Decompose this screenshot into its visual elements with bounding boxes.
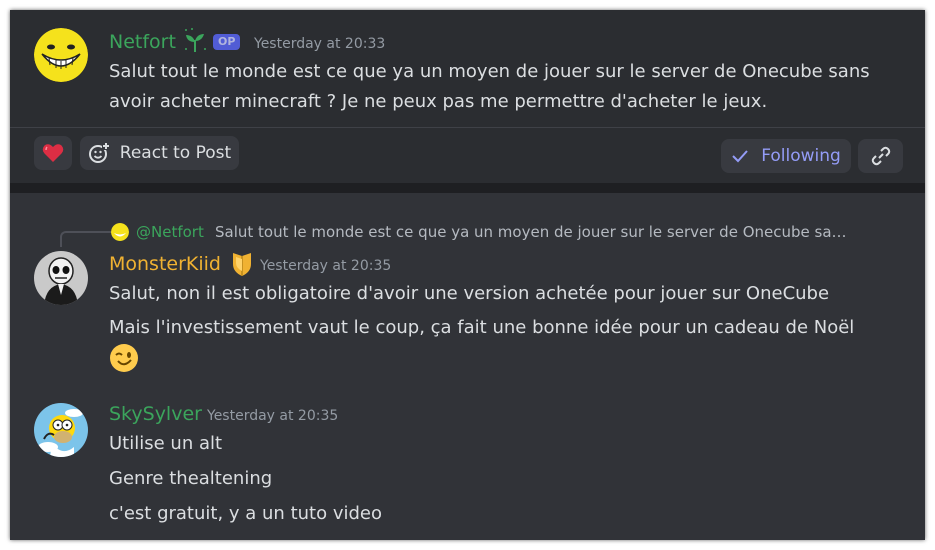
reply-mini-avatar (111, 223, 129, 241)
post-author-name[interactable]: Netfort (109, 31, 176, 53)
sprout-icon (182, 28, 208, 58)
react-emoji-icon (88, 142, 110, 163)
post-text-line2: avoir acheter minecraft ? Je ne peux pas… (109, 91, 768, 112)
post-divider (10, 183, 925, 193)
link-icon (871, 146, 890, 166)
post-text-line1: Salut tout le monde est ce que ya un moy… (109, 61, 870, 82)
heart-icon (42, 144, 64, 162)
crest-icon (231, 251, 253, 281)
skysylver-timestamp: Yesterday at 20:35 (207, 408, 339, 424)
op-badge: OP (213, 34, 241, 50)
original-post: Netfort OP Yesterday at 20:33 Salut tout… (10, 10, 925, 183)
monsterkiid-line1: Salut, non il est obligatoire d'avoir un… (109, 283, 830, 304)
react-to-post-button[interactable]: React to Post (80, 136, 239, 170)
skysylver-line1: Utilise un alt (109, 433, 223, 454)
monsterkiid-avatar[interactable] (34, 251, 88, 305)
copy-link-button[interactable] (858, 139, 903, 173)
skysylver-name[interactable]: SkySylver (109, 403, 202, 425)
skysylver-avatar[interactable] (34, 403, 88, 457)
react-to-post-label: React to Post (119, 143, 232, 163)
following-button[interactable]: Following (721, 139, 851, 173)
reply-mention[interactable]: @Netfort (136, 217, 204, 247)
post-timestamp: Yesterday at 20:33 (254, 36, 386, 52)
skysylver-line3: c'est gratuit, y a un tuto video (109, 503, 382, 524)
thread-window: Netfort OP Yesterday at 20:33 Salut tout… (10, 10, 925, 540)
monsterkiid-name[interactable]: MonsterKiid (109, 253, 221, 275)
reply-connector (60, 231, 112, 247)
following-label: Following (761, 146, 841, 166)
monsterkiid-timestamp: Yesterday at 20:35 (260, 258, 392, 274)
post-separator (10, 127, 925, 128)
wink-emoji (109, 343, 139, 377)
monsterkiid-line2: Mais l'investissement vaut le coup, ça f… (109, 317, 855, 338)
skysylver-line2: Genre thealtening (109, 468, 273, 489)
checkmark-icon (732, 150, 748, 163)
heart-reaction-button[interactable] (34, 136, 72, 170)
reply-preview[interactable]: Salut tout le monde est ce que ya un moy… (215, 217, 847, 247)
netfort-avatar[interactable] (34, 28, 88, 82)
